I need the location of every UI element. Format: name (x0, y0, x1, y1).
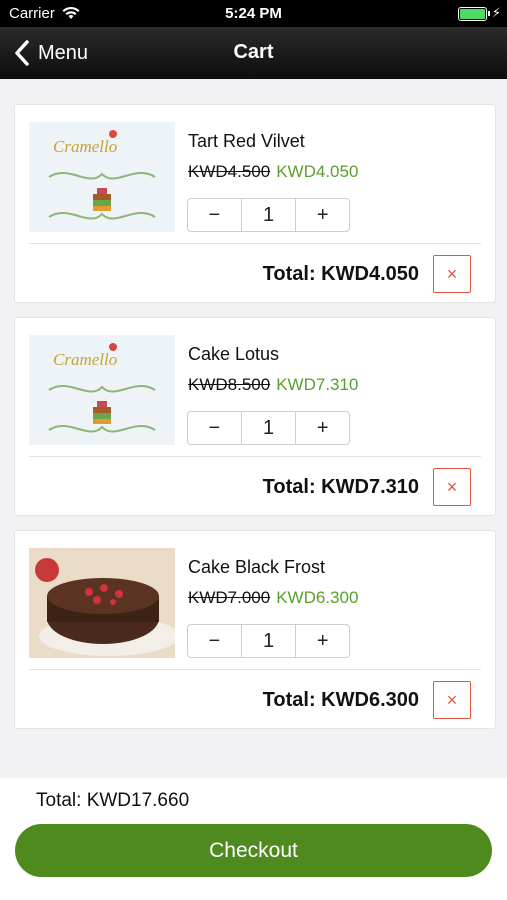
increase-quantity-button[interactable]: + (296, 199, 349, 231)
quantity-value: 1 (240, 625, 297, 657)
cart-footer: Total: KWD17.660 Checkout (0, 778, 507, 900)
item-total: Total: KWD4.050 (262, 263, 419, 285)
product-name[interactable]: Cake Lotus (188, 344, 279, 365)
price-row: KWD7.000 KWD6.300 (188, 588, 358, 608)
chocolate-cake-photo (29, 548, 175, 658)
price-row: KWD4.500 KWD4.050 (188, 162, 358, 182)
product-name[interactable]: Cake Black Frost (188, 557, 325, 578)
original-price: KWD8.500 (188, 375, 271, 394)
discounted-price: KWD6.300 (276, 588, 359, 607)
cart-item-card: Cramello Tart Red Vilvet KWD4.500 KWD4.05… (14, 104, 496, 303)
original-price: KWD7.000 (188, 588, 271, 607)
charging-bolt-icon: ⚡ (491, 5, 501, 20)
cart-item-card: Cramello Cake Lotus KWD8.500 KWD7.310 − 1… (14, 317, 496, 516)
product-image[interactable] (29, 548, 175, 658)
quantity-stepper: − 1 + (187, 411, 350, 445)
checkout-button[interactable]: Checkout (15, 824, 492, 877)
item-total: Total: KWD7.310 (262, 476, 419, 498)
price-row: KWD8.500 KWD7.310 (188, 375, 358, 395)
navigation-bar: Menu Cart (0, 27, 507, 79)
cramello-logo: Cramello (48, 130, 156, 220)
decrease-quantity-button[interactable]: − (188, 412, 241, 444)
battery-tip (488, 11, 490, 16)
decrease-quantity-button[interactable]: − (188, 625, 241, 657)
svg-text:Cramello: Cramello (53, 350, 117, 369)
product-image[interactable]: Cramello (29, 122, 175, 232)
remove-item-button[interactable]: × (433, 468, 471, 506)
remove-item-button[interactable]: × (433, 681, 471, 719)
divider (29, 669, 481, 670)
divider (29, 456, 481, 457)
svg-text:Cramello: Cramello (53, 137, 117, 156)
decrease-quantity-button[interactable]: − (188, 199, 241, 231)
page-title: Cart (233, 41, 274, 63)
discounted-price: KWD7.310 (276, 375, 359, 394)
quantity-value: 1 (240, 199, 297, 231)
divider (29, 243, 481, 244)
grand-total: Total: KWD17.660 (36, 790, 190, 811)
clock: 5:24 PM (225, 5, 282, 22)
item-total: Total: KWD6.300 (262, 689, 419, 711)
quantity-stepper: − 1 + (187, 198, 350, 232)
status-bar: Carrier 5:24 PM ⚡ (0, 0, 507, 27)
product-name[interactable]: Tart Red Vilvet (188, 131, 305, 152)
original-price: KWD4.500 (188, 162, 271, 181)
increase-quantity-button[interactable]: + (296, 412, 349, 444)
cramello-logo: Cramello (48, 343, 156, 433)
product-image[interactable]: Cramello (29, 335, 175, 445)
quantity-value: 1 (240, 412, 297, 444)
cart-item-card: Cake Black Frost KWD7.000 KWD6.300 − 1 + … (14, 530, 496, 729)
quantity-stepper: − 1 + (187, 624, 350, 658)
battery-icon (458, 7, 487, 21)
increase-quantity-button[interactable]: + (296, 625, 349, 657)
remove-item-button[interactable]: × (433, 255, 471, 293)
discounted-price: KWD4.050 (276, 162, 359, 181)
